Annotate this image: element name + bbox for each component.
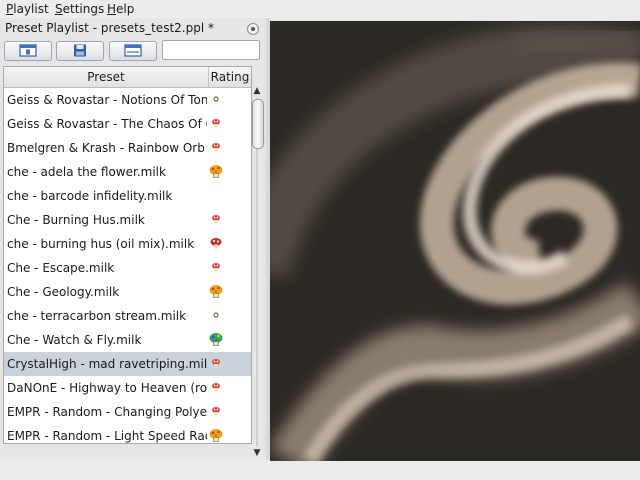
preset-name: che - terracarbon stream.milk [7,309,187,323]
rating-mushroom-icon[interactable] [208,139,228,157]
status-bar [0,461,640,480]
preset-playlist-panel: Preset Playlist - presets_test2.ppl * Pr… [0,18,266,477]
menu-playlist[interactable]: Playlist [6,1,49,17]
menubar: Playlist Settings Help [0,0,640,18]
preset-list: Preset Rating Geiss & Rovastar - Notions… [3,66,252,444]
rating-mushroom-icon[interactable] [208,307,228,325]
rating-mushroom-icon[interactable] [208,427,228,443]
visualizer-canvas [270,21,640,461]
rating-mushroom-icon[interactable] [208,403,228,421]
window-button[interactable] [109,41,157,61]
preset-name: EMPR - Random - Changing Polyev... [7,405,207,419]
scroll-down-arrow-icon[interactable]: ▼ [251,446,263,460]
preset-name: Che - Escape.milk [7,261,115,275]
search-input[interactable] [162,40,260,60]
rating-mushroom-icon[interactable] [208,259,228,277]
menu-help[interactable]: Help [107,1,134,17]
rating-mushroom-icon[interactable] [208,91,228,109]
new-playlist-button[interactable] [4,41,52,61]
preset-row[interactable]: Che - Watch & Fly.milk [4,328,251,352]
preset-row[interactable]: DaNOnE - Highway to Heaven (rotat... [4,376,251,400]
preset-row[interactable]: Geiss & Rovastar - The Chaos Of C... [4,112,251,136]
window-icon [124,44,142,57]
visualizer-render [270,21,640,461]
list-header: Preset Rating [4,67,251,88]
preset-name: che - barcode infidelity.milk [7,189,173,203]
rating-mushroom-icon[interactable] [208,115,228,133]
column-header-rating[interactable]: Rating [209,67,251,87]
preset-name: Geiss & Rovastar - Notions Of Tonal... [7,93,207,107]
rating-mushroom-icon[interactable] [208,283,228,301]
close-panel-icon[interactable] [247,23,259,35]
preset-row[interactable]: Geiss & Rovastar - Notions Of Tonal... [4,88,251,112]
rating-mushroom-icon[interactable] [208,163,228,181]
column-header-preset[interactable]: Preset [4,67,209,87]
preset-row[interactable]: CrystalHigh - mad ravetriping.milk [4,352,251,376]
panel-title: Preset Playlist - presets_test2.ppl * [5,21,214,35]
scroll-thumb[interactable] [252,99,264,149]
preset-row[interactable]: che - terracarbon stream.milk [4,304,251,328]
scroll-up-arrow-icon[interactable]: ▲ [251,84,263,98]
preset-name: che - adela the flower.milk [7,165,166,179]
preset-row[interactable]: EMPR - Random - Changing Polyev... [4,400,251,424]
preset-name: EMPR - Random - Light Speed Race... [7,429,207,443]
preset-name: Che - Watch & Fly.milk [7,333,142,347]
preset-name: CrystalHigh - mad ravetriping.milk [7,357,207,371]
rating-mushroom-icon[interactable] [208,331,228,349]
preset-row[interactable]: che - adela the flower.milk [4,160,251,184]
rating-mushroom-icon[interactable] [208,355,228,373]
preset-name: Che - Geology.milk [7,285,120,299]
preset-row[interactable]: Bmelgren & Krash - Rainbow Orb Pe... [4,136,251,160]
preset-row[interactable]: Che - Geology.milk [4,280,251,304]
preset-row[interactable]: Che - Escape.milk [4,256,251,280]
preset-name: Bmelgren & Krash - Rainbow Orb Pe... [7,141,207,155]
rating-empty[interactable] [208,187,228,205]
preset-name: Geiss & Rovastar - The Chaos Of C... [7,117,207,131]
menu-settings[interactable]: Settings [55,1,104,17]
rating-mushroom-icon[interactable] [208,379,228,397]
preset-name: Che - Burning Hus.milk [7,213,145,227]
preset-name: che - burning hus (oil mix).milk [7,237,195,251]
scrollbar[interactable]: ▲ ▼ [251,84,264,460]
save-playlist-button[interactable] [56,41,104,61]
scroll-track[interactable] [256,98,258,446]
preset-row[interactable]: che - barcode infidelity.milk [4,184,251,208]
save-icon [74,44,86,57]
rating-mushroom-icon[interactable] [208,235,228,253]
new-playlist-icon [19,44,37,57]
preset-name: DaNOnE - Highway to Heaven (rotat... [7,381,207,395]
preset-row[interactable]: Che - Burning Hus.milk [4,208,251,232]
rating-mushroom-icon[interactable] [208,211,228,229]
preset-row[interactable]: che - burning hus (oil mix).milk [4,232,251,256]
preset-row[interactable]: EMPR - Random - Light Speed Race... [4,424,251,443]
